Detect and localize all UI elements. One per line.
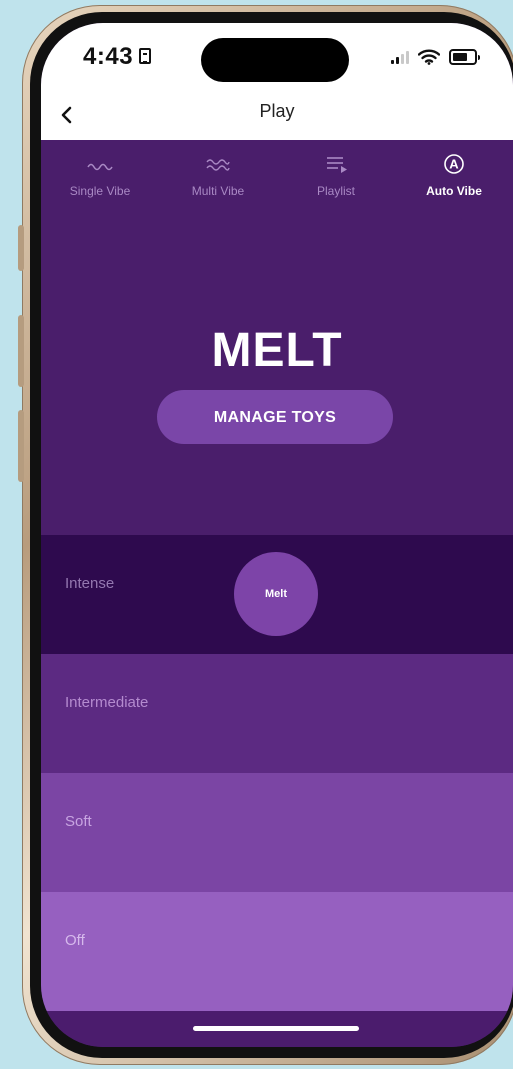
tab-label: Multi Vibe: [191, 184, 245, 198]
signal-icon: [391, 50, 409, 64]
status-time: 4:43: [83, 43, 134, 70]
playlist-icon: [327, 157, 347, 173]
tab-label: Auto Vibe: [426, 184, 482, 198]
mode-tabs: Single Vibe Multi Vibe Playlist A Auto V…: [41, 140, 513, 230]
multi-wave-icon: [206, 159, 230, 171]
intensity-band-soft[interactable]: Soft: [41, 773, 513, 892]
tab-playlist[interactable]: Playlist: [277, 140, 395, 230]
sim-card-icon: [139, 48, 151, 64]
tab-auto-vibe[interactable]: A Auto Vibe: [395, 140, 513, 230]
home-indicator[interactable]: [193, 1026, 359, 1031]
band-label: Soft: [65, 813, 92, 830]
band-label: Off: [65, 932, 85, 949]
page-title: Play: [259, 101, 295, 121]
battery-icon: [449, 49, 480, 65]
single-wave-icon: [87, 163, 113, 171]
tab-multi-vibe[interactable]: Multi Vibe: [159, 140, 277, 230]
dynamic-island: [201, 38, 349, 82]
wifi-icon: [418, 49, 440, 65]
band-label: Intermediate: [65, 694, 149, 711]
band-label: Intense: [65, 575, 115, 592]
hero-background: [41, 223, 513, 535]
tab-label: Playlist: [316, 184, 355, 198]
status-icons: [391, 49, 480, 65]
intensity-band-intermediate[interactable]: Intermediate: [41, 654, 513, 773]
tab-single-vibe[interactable]: Single Vibe: [41, 140, 159, 230]
toy-intensity-handle[interactable]: Melt: [234, 552, 318, 636]
tab-label: Single Vibe: [69, 184, 131, 198]
device-name: MELT: [211, 324, 343, 377]
auto-a-icon: A: [444, 154, 464, 174]
manage-toys-button[interactable]: MANAGE TOYS: [157, 390, 393, 444]
header-bar: 4:43 Play: [41, 23, 513, 140]
volume-down-button: [18, 410, 24, 482]
mute-switch: [18, 225, 24, 271]
volume-up-button: [18, 315, 24, 387]
intensity-band-off[interactable]: Off: [41, 892, 513, 1011]
app-screen: 4:43 Play Single Vibe Multi Vibe Playlis…: [41, 23, 513, 1047]
svg-text:A: A: [449, 157, 459, 172]
